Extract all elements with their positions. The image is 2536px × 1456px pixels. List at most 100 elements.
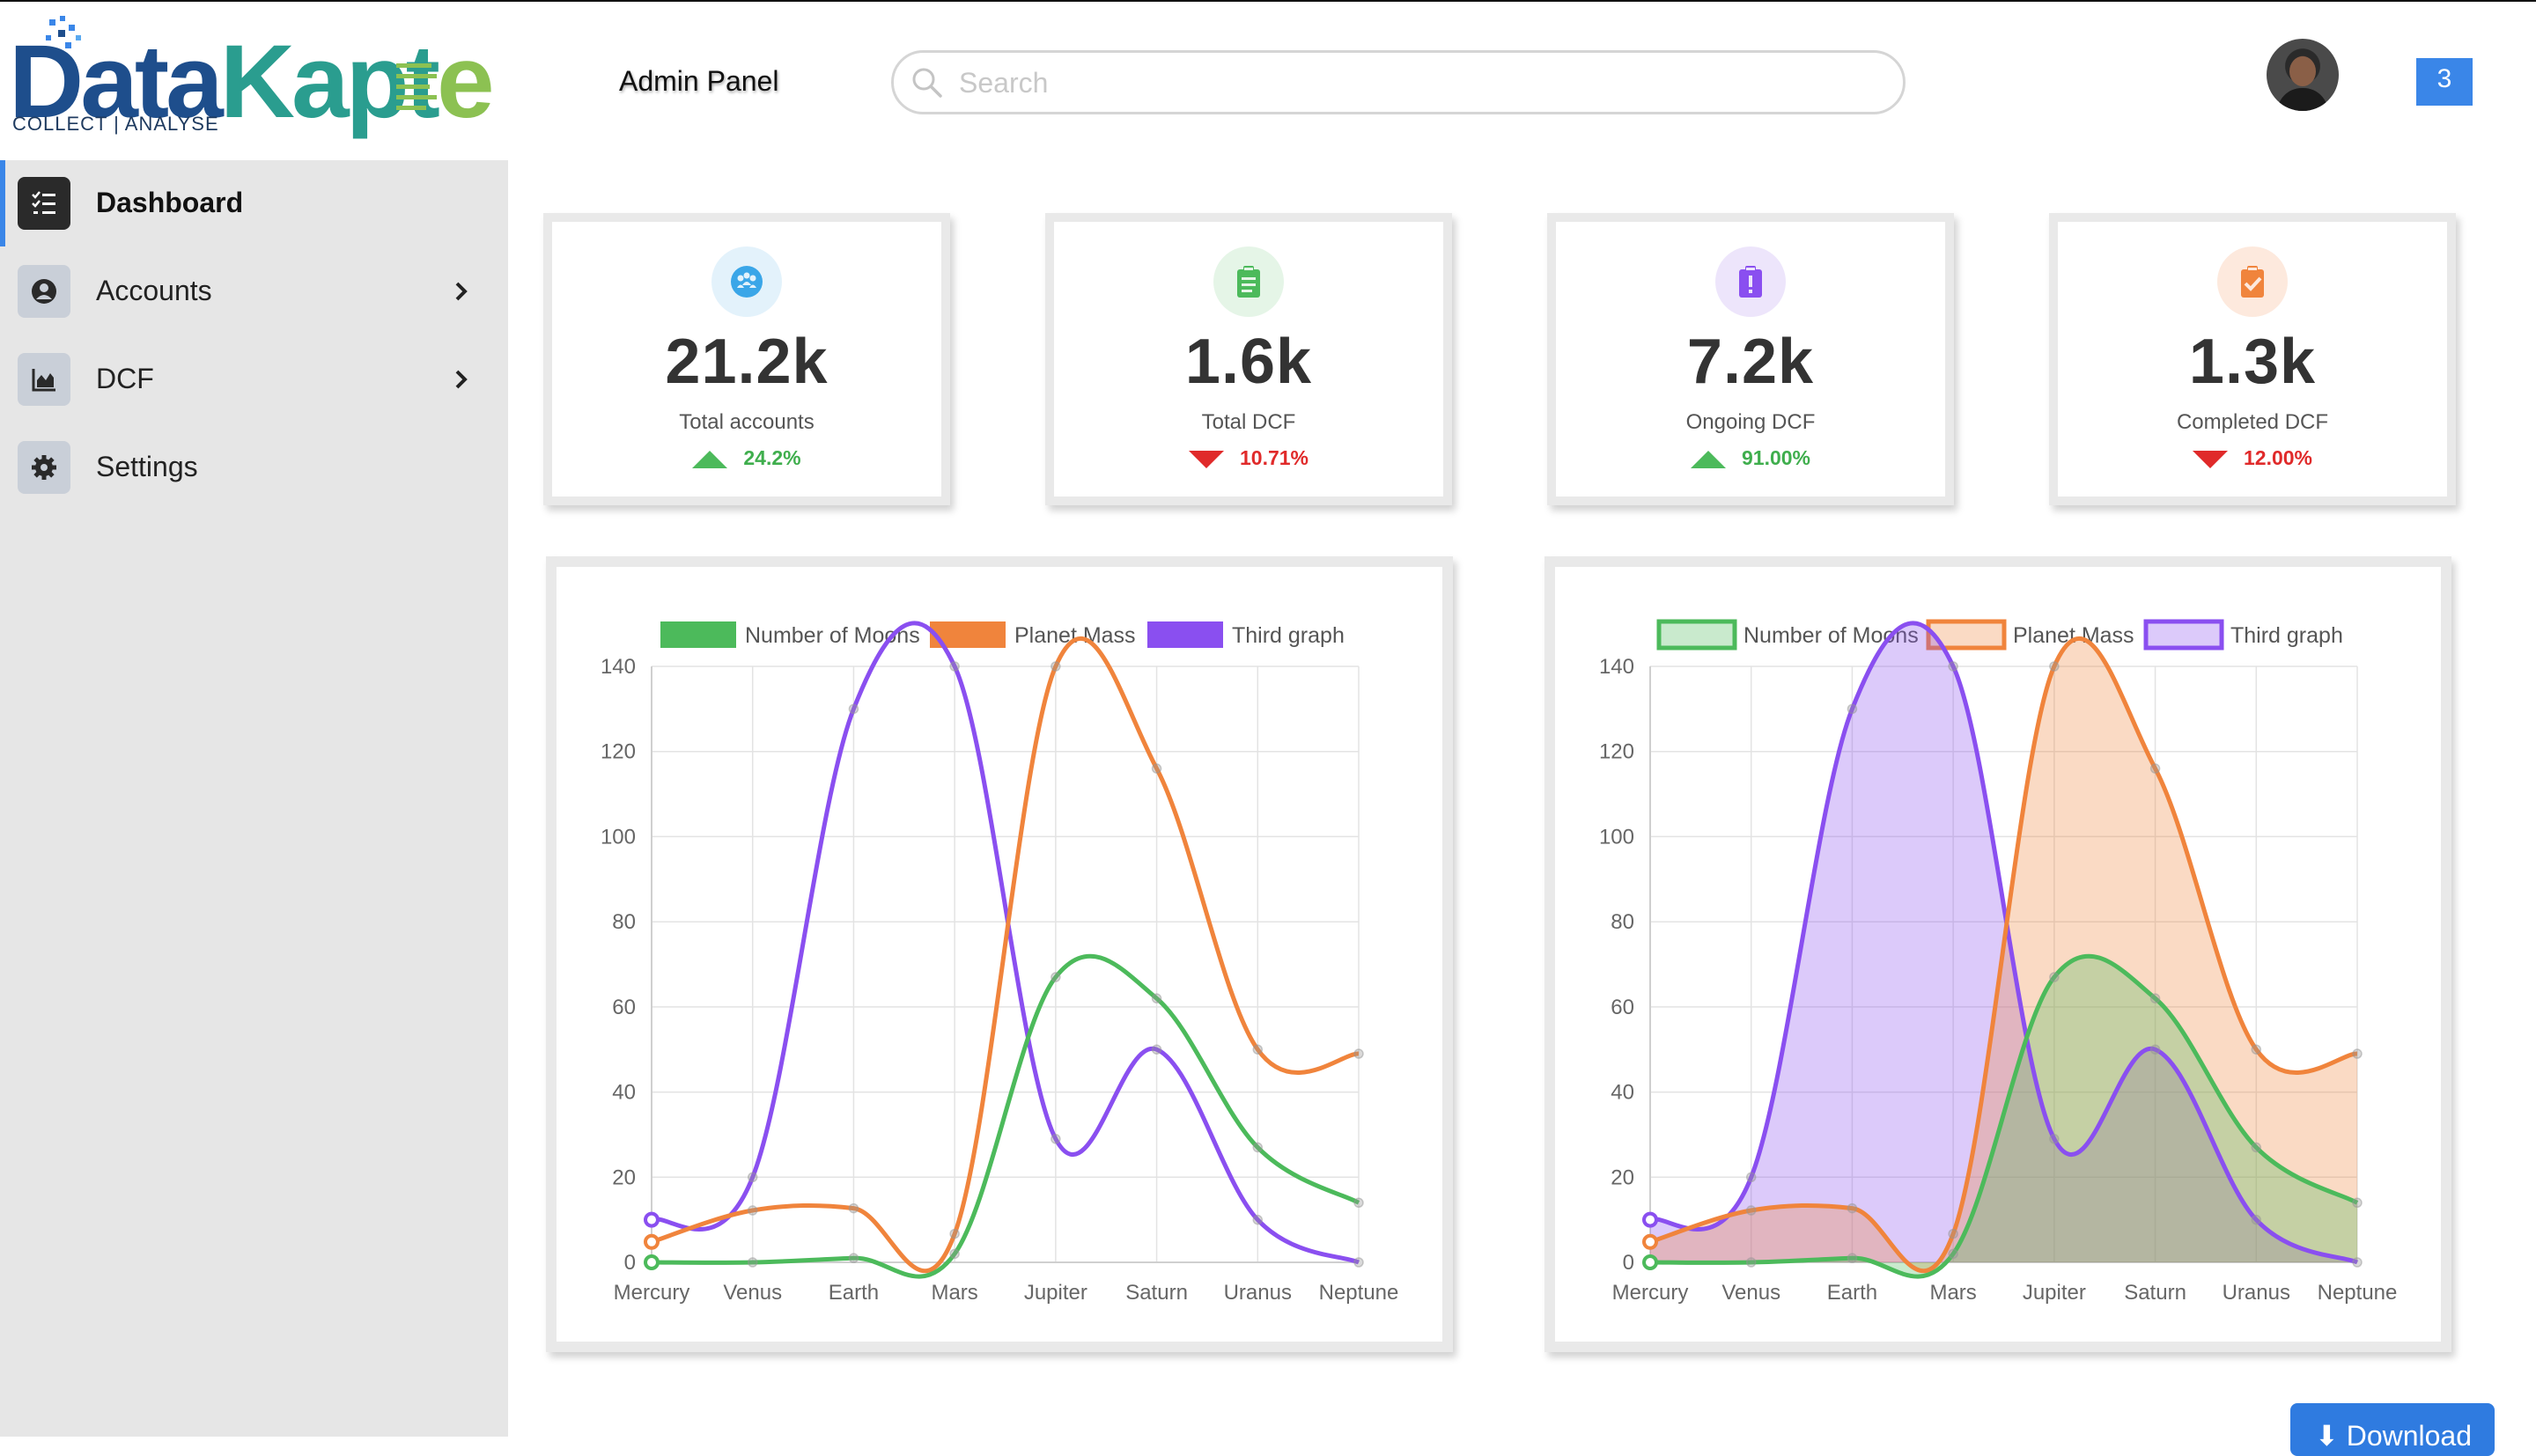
y-tick-label: 20 (1611, 1166, 1634, 1189)
logo-lines-icon (396, 63, 437, 110)
y-tick-label: 40 (1611, 1081, 1634, 1105)
x-tick-label: Jupiter (2023, 1281, 2086, 1305)
clipboard-list-icon (1213, 246, 1284, 317)
check-clipboard-icon (2217, 246, 2288, 317)
y-tick-label: 80 (612, 910, 636, 934)
download-button[interactable]: ⬇ Download (2290, 1403, 2495, 1456)
data-point (2149, 763, 2161, 774)
data-point (747, 1257, 758, 1268)
y-tick-label: 60 (612, 996, 636, 1019)
data-point (2149, 993, 2161, 1004)
stat-trend: 24.2% (552, 446, 941, 470)
stat-label: Total DCF (1201, 410, 1296, 434)
area-chart: 0 20 40 60 80 100 120 140 Mercury Venus Earth Mars J… (1599, 619, 2397, 1305)
data-point (2251, 1044, 2262, 1055)
stat-card-total-accounts: 21.2k Total accounts 24.2% (543, 213, 950, 505)
sidebar-item-dashboard[interactable]: Dashboard (0, 160, 508, 246)
y-tick-label: 0 (1623, 1251, 1634, 1275)
data-point (1353, 1257, 1364, 1268)
data-point (1051, 972, 1061, 982)
user-circle-icon (18, 265, 70, 318)
y-tick-label: 40 (612, 1081, 636, 1105)
search-icon (912, 68, 942, 98)
data-point (1948, 661, 1958, 672)
x-tick-label: Jupiter (1024, 1281, 1087, 1305)
stat-change: 10.71% (1239, 446, 1309, 469)
data-point (949, 661, 960, 672)
data-point (2049, 661, 2060, 672)
data-point (1252, 1214, 1264, 1225)
y-tick-label: 60 (1611, 996, 1634, 1019)
x-tick-label: Saturn (2124, 1281, 2186, 1305)
y-tick-label: 20 (612, 1166, 636, 1189)
data-point (1745, 1205, 1757, 1216)
stat-trend: 10.71% (1054, 446, 1443, 470)
sidebar-item-accounts[interactable]: Accounts (0, 248, 508, 335)
chevron-right-icon (455, 370, 468, 389)
chevron-right-icon (455, 282, 468, 301)
legend-label: Third graph (1232, 623, 1345, 648)
notification-badge[interactable]: 3 (2416, 58, 2473, 106)
search-box[interactable] (891, 50, 1906, 114)
x-tick-label: Saturn (1125, 1281, 1188, 1305)
data-point (1151, 763, 1162, 774)
data-point (1051, 661, 1061, 672)
x-tick-label: Venus (1721, 1281, 1780, 1305)
data-point (644, 1211, 660, 1228)
data-point (848, 1202, 859, 1214)
datakapte-logo[interactable]: DataKapte COLLECT | ANALYSE (9, 14, 495, 146)
legend-swatch (1656, 619, 1737, 651)
x-tick-label: Uranus (1224, 1281, 1292, 1305)
trend-down-icon (1188, 450, 1224, 468)
team-icon (711, 246, 782, 317)
search-input[interactable] (959, 62, 1875, 104)
sidebar-item-label: Dashboard (96, 187, 244, 218)
area-chart-card: 0 20 40 60 80 100 120 140 Mercury Venus Earth Mars J… (1544, 556, 2451, 1352)
data-point (2049, 972, 2060, 982)
stat-card-completed-dcf: 1.3k Completed DCF 12.00% (2049, 213, 2456, 505)
data-point (747, 1205, 758, 1216)
trend-up-icon (692, 450, 728, 468)
stat-value: 21.2k (665, 327, 829, 397)
data-point (2352, 1257, 2363, 1268)
x-tick-label: Earth (1827, 1281, 1877, 1305)
sidebar-item-label: Accounts (96, 275, 212, 306)
data-point (1642, 1211, 1658, 1228)
data-point (1252, 1044, 1264, 1055)
data-point (1353, 1197, 1364, 1209)
data-point (1353, 1048, 1364, 1059)
sidebar-item-dcf[interactable]: DCF (0, 336, 508, 423)
line-chart-card: 0 20 40 60 80 100 120 140 Mercury Venus Earth Mars J… (546, 556, 1453, 1352)
data-point (2149, 1044, 2161, 1055)
series-line (651, 636, 1360, 1274)
data-point (1745, 1172, 1757, 1183)
data-point (644, 1254, 660, 1270)
data-point (1252, 1142, 1264, 1153)
stat-change: 91.00% (1741, 446, 1810, 469)
data-point (1847, 703, 1858, 715)
data-point (1847, 1253, 1858, 1263)
data-point (747, 1172, 758, 1183)
data-point (848, 703, 859, 715)
x-tick-label: Mercury (1612, 1281, 1689, 1305)
data-point (2352, 1197, 2363, 1209)
sidebar-item-label: DCF (96, 363, 154, 394)
y-tick-label: 120 (601, 740, 636, 764)
alert-clipboard-icon (1715, 246, 1786, 317)
stat-change: 12.00% (2243, 446, 2312, 469)
legend-label: Planet Mass (1014, 623, 1136, 648)
sidebar-item-label: Settings (96, 451, 198, 482)
stat-label: Total accounts (679, 410, 815, 434)
legend-swatch (660, 621, 736, 648)
data-point (1847, 1202, 1858, 1214)
sidebar: Dashboard Accounts DCF Settings (0, 160, 508, 1437)
avatar-face (2289, 56, 2316, 86)
line-chart: 0 20 40 60 80 100 120 140 Mercury Venus Earth Mars J… (601, 621, 1398, 1305)
sidebar-item-settings[interactable]: Settings (0, 424, 508, 511)
stat-trend: 12.00% (2058, 446, 2447, 470)
data-point (1745, 1257, 1757, 1268)
x-tick-label: Mars (1929, 1281, 1976, 1305)
legend-swatch (2143, 619, 2224, 651)
avatar[interactable] (2267, 39, 2339, 111)
avatar-shirt (2277, 88, 2328, 111)
